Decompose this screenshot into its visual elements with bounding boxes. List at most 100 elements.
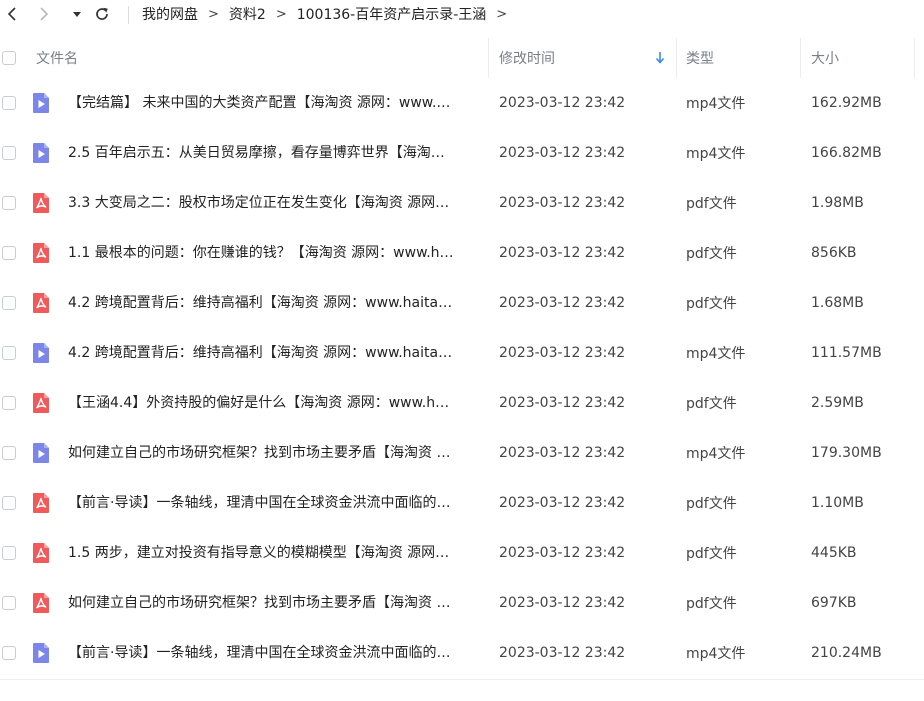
file-name[interactable]: 【前言·导读】一条轴线，理清中国在全球资金洪流中面临的… <box>68 628 480 678</box>
forward-button[interactable] <box>34 4 54 24</box>
breadcrumb-separator: > <box>275 6 287 22</box>
file-modified: 2023-03-12 23:42 <box>499 95 626 111</box>
video-file-icon <box>31 442 51 464</box>
list-bottom-divider <box>0 679 924 680</box>
file-type: pdf文件 <box>686 596 737 612</box>
file-modified: 2023-03-12 23:42 <box>499 395 626 411</box>
breadcrumb-item-root[interactable]: 我的网盘 <box>142 4 198 24</box>
file-modified: 2023-03-12 23:42 <box>499 195 626 211</box>
column-divider[interactable] <box>800 38 801 78</box>
file-name[interactable]: 3.3 大变局之二：股权市场定位正在发生变化【海淘资 源网… <box>68 178 480 228</box>
chevron-right-icon <box>40 7 49 21</box>
file-size: 162.92MB <box>811 95 882 111</box>
file-type: mp4文件 <box>686 346 746 362</box>
file-row-8[interactable]: 如何建立自己的市场研究框架？找到市场主要矛盾【海淘资 … 2023-03-12 … <box>0 428 924 478</box>
breadcrumb-item-folder[interactable]: 资料2 <box>229 4 266 24</box>
file-type: pdf文件 <box>686 296 737 312</box>
row-checkbox[interactable] <box>2 646 16 660</box>
toolbar-divider <box>128 6 129 24</box>
file-size: 166.82MB <box>811 145 882 161</box>
file-name[interactable]: 【完结篇】 未来中国的大类资产配置【海淘资 源网：www.… <box>68 78 480 128</box>
table-header: 文件名 修改时间 类型 大小 <box>0 38 924 78</box>
navigation-bar: 我的网盘 > 资料2 > 100136-百年资产启示录-王涵 > <box>0 0 924 30</box>
file-modified: 2023-03-12 23:42 <box>499 145 626 161</box>
history-dropdown-button[interactable] <box>67 4 87 24</box>
file-modified: 2023-03-12 23:42 <box>499 445 626 461</box>
file-name[interactable]: 1.1 最根本的问题：你在赚谁的钱？【海淘资 源网：www.h… <box>68 228 480 278</box>
file-type: pdf文件 <box>686 546 737 562</box>
column-divider[interactable] <box>488 38 489 78</box>
column-divider[interactable] <box>914 38 915 78</box>
file-row-2[interactable]: 2.5 百年启示五：从美日贸易摩擦，看存量博弈世界【海淘… 2023-03-12… <box>0 128 924 178</box>
row-checkbox[interactable] <box>2 296 16 310</box>
column-header-name[interactable]: 文件名 <box>36 38 486 78</box>
pdf-file-icon <box>31 542 51 564</box>
chevron-left-icon <box>7 7 16 21</box>
row-checkbox[interactable] <box>2 146 16 160</box>
row-checkbox[interactable] <box>2 496 16 510</box>
row-checkbox[interactable] <box>2 546 16 560</box>
refresh-icon <box>96 7 108 20</box>
video-file-icon <box>31 142 51 164</box>
file-size: 1.68MB <box>811 295 864 311</box>
column-header-size[interactable]: 大小 <box>811 38 911 78</box>
select-all-checkbox[interactable] <box>2 51 16 65</box>
file-size: 697KB <box>811 595 857 611</box>
file-row-6[interactable]: 4.2 跨境配置背后：维持高福利【海淘资 源网：www.haita… 2023-… <box>0 328 924 378</box>
column-divider[interactable] <box>676 38 677 78</box>
file-row-4[interactable]: 1.1 最根本的问题：你在赚谁的钱？【海淘资 源网：www.h… 2023-03… <box>0 228 924 278</box>
file-name[interactable]: 如何建立自己的市场研究框架？找到市场主要矛盾【海淘资 … <box>68 428 480 478</box>
row-checkbox[interactable] <box>2 246 16 260</box>
row-checkbox[interactable] <box>2 196 16 210</box>
file-size: 856KB <box>811 245 857 261</box>
file-name[interactable]: 4.2 跨境配置背后：维持高福利【海淘资 源网：www.haita… <box>68 278 480 328</box>
file-name[interactable]: 2.5 百年启示五：从美日贸易摩擦，看存量博弈世界【海淘… <box>68 128 480 178</box>
file-row-9[interactable]: 【前言·导读】一条轴线，理清中国在全球资金洪流中面临的… 2023-03-12 … <box>0 478 924 528</box>
file-name[interactable]: 【前言·导读】一条轴线，理清中国在全球资金洪流中面临的… <box>68 478 480 528</box>
pdf-file-icon <box>31 492 51 514</box>
video-file-icon <box>31 92 51 114</box>
row-checkbox[interactable] <box>2 346 16 360</box>
row-checkbox[interactable] <box>2 96 16 110</box>
file-modified: 2023-03-12 23:42 <box>499 295 626 311</box>
breadcrumb: 我的网盘 > 资料2 > 100136-百年资产启示录-王涵 > <box>142 4 517 24</box>
file-modified: 2023-03-12 23:42 <box>499 245 626 261</box>
file-row-1[interactable]: 【完结篇】 未来中国的大类资产配置【海淘资 源网：www.… 2023-03-1… <box>0 78 924 128</box>
file-type: mp4文件 <box>686 146 746 162</box>
breadcrumb-separator: > <box>208 6 219 22</box>
file-type: mp4文件 <box>686 96 746 112</box>
file-size: 1.98MB <box>811 195 864 211</box>
file-row-3[interactable]: 3.3 大变局之二：股权市场定位正在发生变化【海淘资 源网… 2023-03-1… <box>0 178 924 228</box>
file-modified: 2023-03-12 23:42 <box>499 345 626 361</box>
column-header-type[interactable]: 类型 <box>686 38 796 78</box>
caret-down-icon <box>73 12 81 17</box>
file-row-5[interactable]: 4.2 跨境配置背后：维持高福利【海淘资 源网：www.haita… 2023-… <box>0 278 924 328</box>
file-name[interactable]: 【王涵4.4】外资持股的偏好是什么【海淘资 源网：www.h… <box>68 378 480 428</box>
file-row-12[interactable]: 【前言·导读】一条轴线，理清中国在全球资金洪流中面临的… 2023-03-12 … <box>0 628 924 678</box>
file-size: 445KB <box>811 545 857 561</box>
file-row-11[interactable]: 如何建立自己的市场研究框架？找到市场主要矛盾【海淘资 … 2023-03-12 … <box>0 578 924 628</box>
file-type: mp4文件 <box>686 646 746 662</box>
back-button[interactable] <box>2 4 22 24</box>
file-modified: 2023-03-12 23:42 <box>499 645 626 661</box>
video-file-icon <box>31 342 51 364</box>
file-name[interactable]: 1.5 两步，建立对投资有指导意义的模糊模型【海淘资 源网… <box>68 528 480 578</box>
pdf-file-icon <box>31 392 51 414</box>
file-row-10[interactable]: 1.5 两步，建立对投资有指导意义的模糊模型【海淘资 源网… 2023-03-1… <box>0 528 924 578</box>
file-modified: 2023-03-12 23:42 <box>499 595 626 611</box>
file-name[interactable]: 4.2 跨境配置背后：维持高福利【海淘资 源网：www.haita… <box>68 328 480 378</box>
pdf-file-icon <box>31 592 51 614</box>
file-row-7[interactable]: 【王涵4.4】外资持股的偏好是什么【海淘资 源网：www.h… 2023-03-… <box>0 378 924 428</box>
refresh-button[interactable] <box>92 4 112 24</box>
breadcrumb-expand[interactable]: > <box>496 7 507 22</box>
sort-descending-icon[interactable] <box>655 38 669 78</box>
file-name[interactable]: 如何建立自己的市场研究框架？找到市场主要矛盾【海淘资 … <box>68 578 480 628</box>
pdf-file-icon <box>31 242 51 264</box>
video-file-icon <box>31 642 51 664</box>
file-modified: 2023-03-12 23:42 <box>499 495 626 511</box>
row-checkbox[interactable] <box>2 446 16 460</box>
column-header-modified[interactable]: 修改时间 <box>499 38 669 78</box>
row-checkbox[interactable] <box>2 596 16 610</box>
breadcrumb-item-current[interactable]: 100136-百年资产启示录-王涵 <box>297 4 487 24</box>
row-checkbox[interactable] <box>2 396 16 410</box>
